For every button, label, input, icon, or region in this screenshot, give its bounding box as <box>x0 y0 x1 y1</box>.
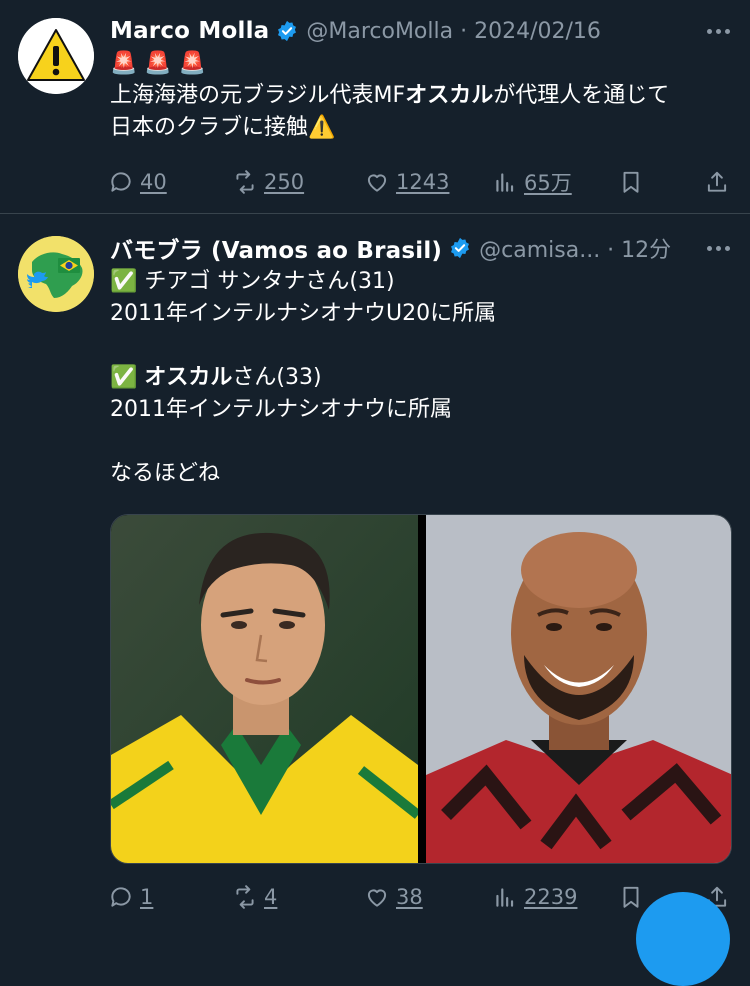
tweet-text: 🚨 🚨 🚨 上海海港の元ブラジル代表MFオスカルが代理人を通じて 日本のクラブに… <box>110 48 732 144</box>
heart-icon <box>367 174 387 192</box>
retweet-button[interactable]: 250 <box>232 164 304 200</box>
warning-sign-icon <box>18 18 94 94</box>
reply-count: 40 <box>140 170 167 194</box>
reply-icon <box>111 887 131 907</box>
tweet-text-line: 2011年インテルナシオナウに所属 <box>110 397 452 422</box>
verified-badge-icon <box>451 237 470 259</box>
tweet-text-segment: さん(33) <box>232 365 322 390</box>
tweet-media[interactable] <box>110 514 732 864</box>
view-count: 2239 <box>524 885 578 909</box>
tweet-text: ✅ チアゴ サンタナさん(31) 2011年インテルナシオナウU20に所属 ✅ … <box>110 266 732 490</box>
check-mark-emoji: ✅ <box>110 365 145 390</box>
tweet-text-bold: オスカル <box>405 83 494 108</box>
view-count: 65万 <box>524 171 572 195</box>
author-handle-and-time[interactable]: @camisa... · 12分 <box>479 232 671 264</box>
bar-chart-icon <box>496 888 514 907</box>
share-icon <box>707 171 727 192</box>
author-name[interactable]: バモブラ (Vamos ao Brasil) <box>110 231 442 265</box>
tweet-header: バモブラ (Vamos ao Brasil) @camisa... · 12分 <box>110 231 730 265</box>
like-button[interactable]: 38 <box>364 879 423 915</box>
heart-icon <box>367 889 387 907</box>
tweet-text-line: 日本のクラブに接触⚠️ <box>110 115 336 140</box>
retweet-count: 250 <box>264 170 305 194</box>
tweet-text-line: ✅ チアゴ サンタナさん(31) <box>110 269 395 294</box>
views-button[interactable]: 2239 <box>492 879 577 915</box>
tweet-text-segment: 上海海港の元ブラジル代表MF <box>110 83 406 108</box>
retweet-icon <box>236 170 254 194</box>
retweet-icon <box>236 885 254 909</box>
compose-tweet-button[interactable] <box>636 892 730 986</box>
retweet-count: 4 <box>264 885 278 909</box>
reply-count: 1 <box>140 885 154 909</box>
verified-badge-icon <box>278 20 297 42</box>
like-button[interactable]: 1243 <box>364 164 449 200</box>
bookmark-icon <box>623 171 639 193</box>
tweet-header: Marco Molla @MarcoMolla · 2024/02/16 <box>110 14 730 48</box>
reply-button[interactable]: 40 <box>108 164 167 200</box>
reply-icon <box>111 172 131 192</box>
tweet-actions: 1 4 38 2239 <box>108 879 736 915</box>
share-button[interactable] <box>704 164 736 200</box>
tweet-1[interactable]: Marco Molla @MarcoMolla · 2024/02/16 🚨 🚨… <box>0 0 750 214</box>
tweet-text-segment: が代理人を通じて <box>493 83 670 108</box>
author-handle-and-date[interactable]: @MarcoMolla · 2024/02/16 <box>306 19 601 44</box>
tweet-text-line: 2011年インテルナシオナウU20に所属 <box>110 301 497 326</box>
bookmark-button[interactable] <box>618 164 650 200</box>
tweet-text-bold: オスカル <box>144 365 233 390</box>
retweet-button[interactable]: 4 <box>232 879 277 915</box>
author-name[interactable]: Marco Molla <box>110 18 269 44</box>
player-photo-left[interactable] <box>111 515 418 864</box>
like-count: 1243 <box>396 170 450 194</box>
like-count: 38 <box>396 885 423 909</box>
brazil-map-twitter-bird-icon <box>18 236 94 312</box>
views-button[interactable]: 65万 <box>492 164 572 200</box>
tweet-text-line: なるほどね <box>110 461 221 486</box>
bar-chart-icon <box>496 173 514 192</box>
avatar[interactable] <box>18 236 94 312</box>
player-photo-right[interactable] <box>426 515 732 864</box>
tweet-2[interactable]: バモブラ (Vamos ao Brasil) @camisa... · 12分 … <box>0 214 750 926</box>
avatar[interactable] <box>18 18 94 94</box>
more-options-icon[interactable] <box>707 231 730 265</box>
bookmark-icon <box>623 886 639 908</box>
tweet-actions: 40 250 1243 65万 <box>108 164 736 200</box>
reply-button[interactable]: 1 <box>108 879 153 915</box>
siren-emojis: 🚨 🚨 🚨 <box>110 51 207 76</box>
more-options-icon[interactable] <box>707 14 730 48</box>
